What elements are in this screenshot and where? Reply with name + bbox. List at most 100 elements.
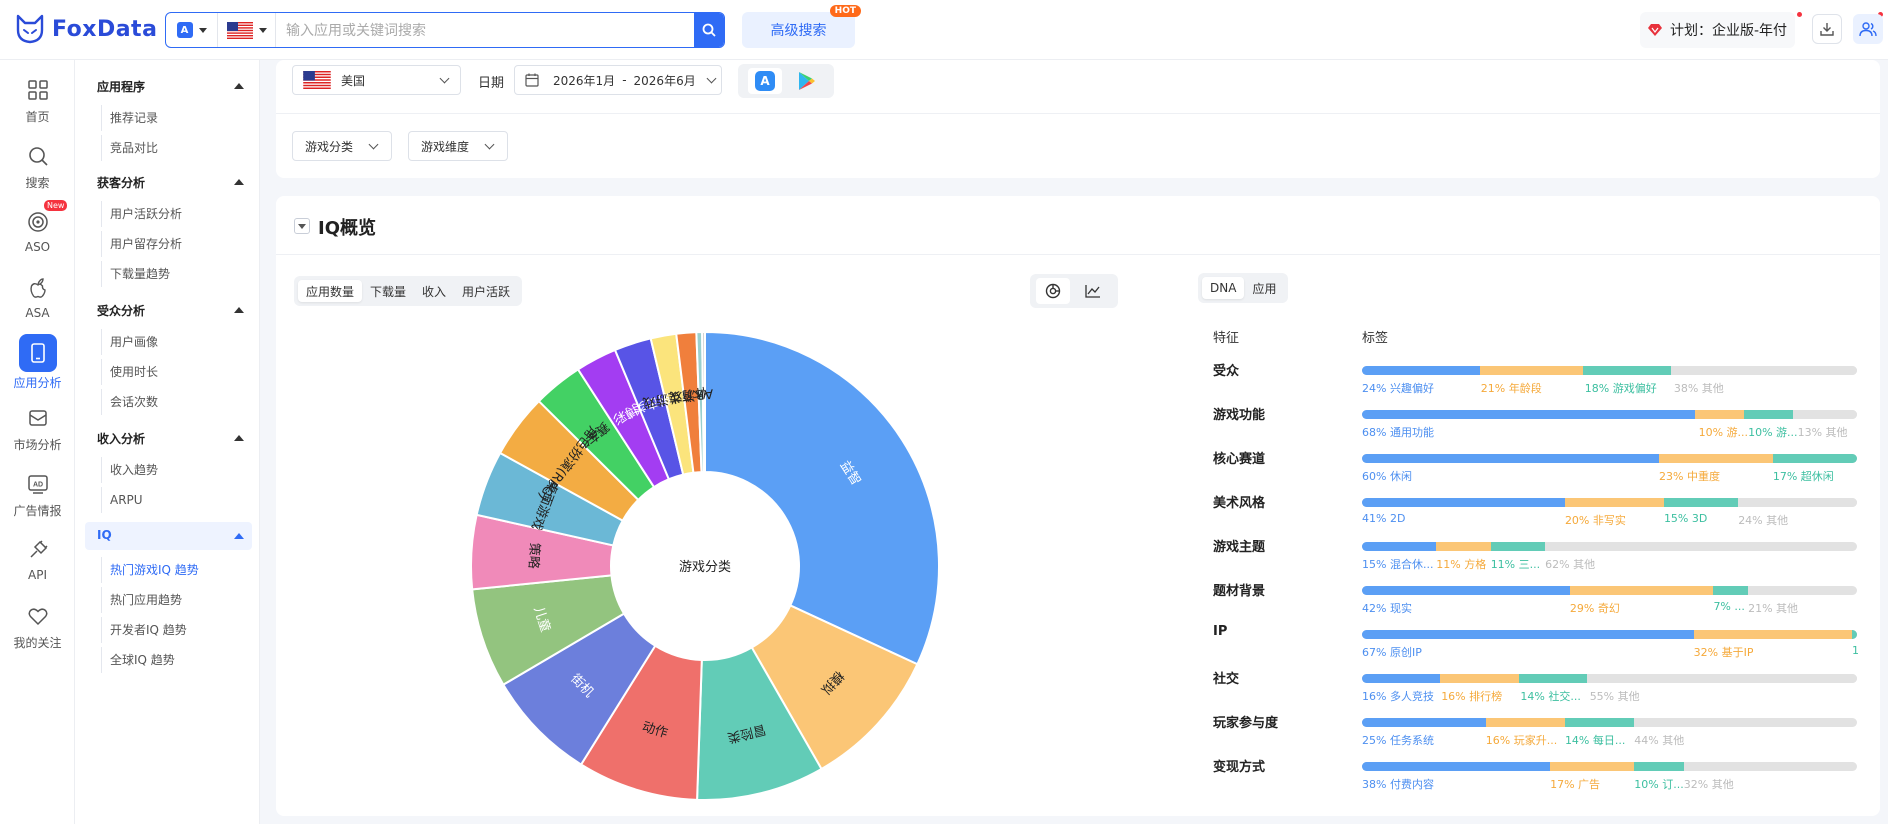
dna-stacked-bar[interactable] [1362,410,1857,419]
dna-stacked-bar[interactable] [1362,454,1857,463]
logo[interactable]: FoxData [16,14,157,44]
tab-revenue[interactable]: 收入 [414,280,454,302]
rail-item-api[interactable]: API [0,536,75,596]
game-dimension-select[interactable]: 游戏维度 [408,131,508,161]
sidebar-item[interactable]: 开发者IQ 趋势 [101,617,187,643]
pie-center-label: 游戏分类 [678,560,731,575]
dna-bar-segment [1485,718,1565,727]
advanced-search-button[interactable]: 高级搜索 HOT [742,5,861,48]
dna-segment-label: 24% 兴趣偏好 [1362,382,1434,395]
dna-stacked-bar[interactable] [1362,586,1857,595]
dna-bar-segment [1695,410,1745,419]
plug-icon [24,536,52,564]
tab-dna[interactable]: DNA [1202,277,1245,299]
dna-bar-segment [1663,498,1739,507]
sidebar-item[interactable]: 用户活跃分析 [101,201,182,227]
rail-item-market[interactable]: 市场分析 [0,404,75,464]
sidebar-item[interactable]: 用户留存分析 [101,231,182,257]
sidebar-item[interactable]: 全球IQ 趋势 [101,647,175,673]
sidebar-item[interactable]: 用户画像 [101,329,158,355]
dna-label-row: 24% 兴趣偏好 21% 年龄段 18% 游戏偏好 38% 其他 [1362,380,1862,396]
rail-item-favorites[interactable]: 我的关注 [0,602,75,662]
rail-item-search[interactable]: 搜索 [0,142,75,202]
plan-badge[interactable]: 计划：企业版-年付 [1640,12,1795,48]
hot-badge: HOT [829,5,861,17]
dna-stacked-bar[interactable] [1362,674,1857,683]
sidebar-item[interactable]: 热门游戏IQ 趋势 [101,557,199,583]
caret-down-icon [298,223,306,229]
dna-bar-segment [1362,542,1437,551]
caret-up-icon [234,307,244,313]
collapse-toggle[interactable] [294,218,310,234]
dna-bar-segment [1670,366,1857,375]
tab-downloads[interactable]: 下载量 [362,280,414,302]
column-header-feature: 特征 [1213,331,1240,346]
date-range-picker[interactable]: 2026年1月 - 2026年6月 [514,65,722,95]
country-select[interactable]: 美国 [292,65,461,95]
dna-segment-label: 21% 其他 [1748,602,1799,615]
chevron-down-icon [439,73,450,83]
country-selector[interactable] [218,13,276,47]
dna-segment-label: 32% 基于IP [1693,646,1754,659]
google-play-toggle[interactable] [790,68,824,94]
dna-segment-label: 11% 方格 [1436,558,1487,571]
app-store-toggle[interactable]: A [748,68,782,94]
dna-bar-segment [1744,410,1794,419]
column-header-tag: 标签 [1362,331,1389,346]
dna-stacked-bar[interactable] [1362,762,1857,771]
sidebar-section-acquisition[interactable]: 获客分析 [97,174,252,191]
dna-segment-label: 18% 游戏偏好 [1584,382,1657,395]
caret-down-icon [198,27,207,33]
dna-stacked-bar[interactable] [1362,718,1857,727]
dna-stacked-bar[interactable] [1362,366,1857,375]
sidebar-item[interactable]: 下载量趋势 [101,261,170,287]
divider [276,113,1880,114]
sidebar-item[interactable]: 使用时长 [101,359,158,385]
dna-stacked-bar[interactable] [1362,630,1857,639]
dna-segment-label: 10% 游... [1748,426,1798,439]
dna-stacked-bar[interactable] [1362,542,1857,551]
game-category-select[interactable]: 游戏分类 [292,131,392,161]
rail-item-app-analysis[interactable]: 应用分析 [0,334,75,398]
dna-bar-segment [1436,542,1491,551]
pie-chart-toggle[interactable] [1036,278,1070,304]
download-button[interactable] [1812,14,1842,44]
sidebar-item[interactable]: 热门应用趋势 [101,587,182,613]
overview-title: IQ概览 [318,218,376,239]
search-input[interactable]: 输入应用或关键词搜索 [276,20,694,40]
sidebar-section-revenue[interactable]: 收入分析 [97,430,252,447]
tab-active-users[interactable]: 用户活跃 [454,280,518,302]
sidebar-item[interactable]: ARPU [101,487,143,513]
sidebar-item[interactable]: 竞品对比 [101,135,158,161]
sidebar-section-apps[interactable]: 应用程序 [97,78,252,95]
search-button[interactable] [694,13,724,47]
dna-stacked-bar[interactable] [1362,498,1857,507]
rail-item-ad-intel[interactable]: AD 广告情报 [0,470,75,530]
apple-icon [24,274,52,302]
rail-label: 首页 [25,110,50,124]
dna-bar-segment [1490,542,1546,551]
sidebar-section-iq[interactable]: IQ [97,528,252,542]
game-category-label: 游戏分类 [305,139,354,154]
dna-segment-label: 41% 2D [1362,512,1406,525]
sidebar-item[interactable]: 会话次数 [101,389,158,415]
svg-text:AD: AD [32,482,42,489]
dna-label-row: 60% 休闲 23% 中重度 17% 超休闲 [1362,468,1862,484]
advanced-search-label: 高级搜索 [770,23,827,39]
sidebar-item[interactable]: 收入趋势 [101,457,158,483]
store-selector[interactable]: A [166,13,218,47]
rail-item-home[interactable]: 首页 [0,76,75,136]
dna-bar-segment [1582,366,1671,375]
tab-apps[interactable]: 应用 [1244,277,1284,299]
sidebar-section-audience[interactable]: 受众分析 [97,302,252,319]
rail-item-asa[interactable]: ASA [0,274,75,334]
dna-segment-label: 7% ... [1713,600,1745,613]
rail-item-aso[interactable]: New ASO [0,200,75,268]
dna-segment-label: 25% 任务系统 [1362,734,1434,747]
line-chart-toggle[interactable] [1076,278,1110,304]
dna-segment-label: 24% 其他 [1738,514,1789,527]
sidebar-item[interactable]: 推荐记录 [101,105,158,131]
tab-app-count[interactable]: 应用数量 [298,280,363,302]
user-account-button[interactable] [1853,14,1883,44]
dna-feature-label: 社交 [1213,672,1240,687]
